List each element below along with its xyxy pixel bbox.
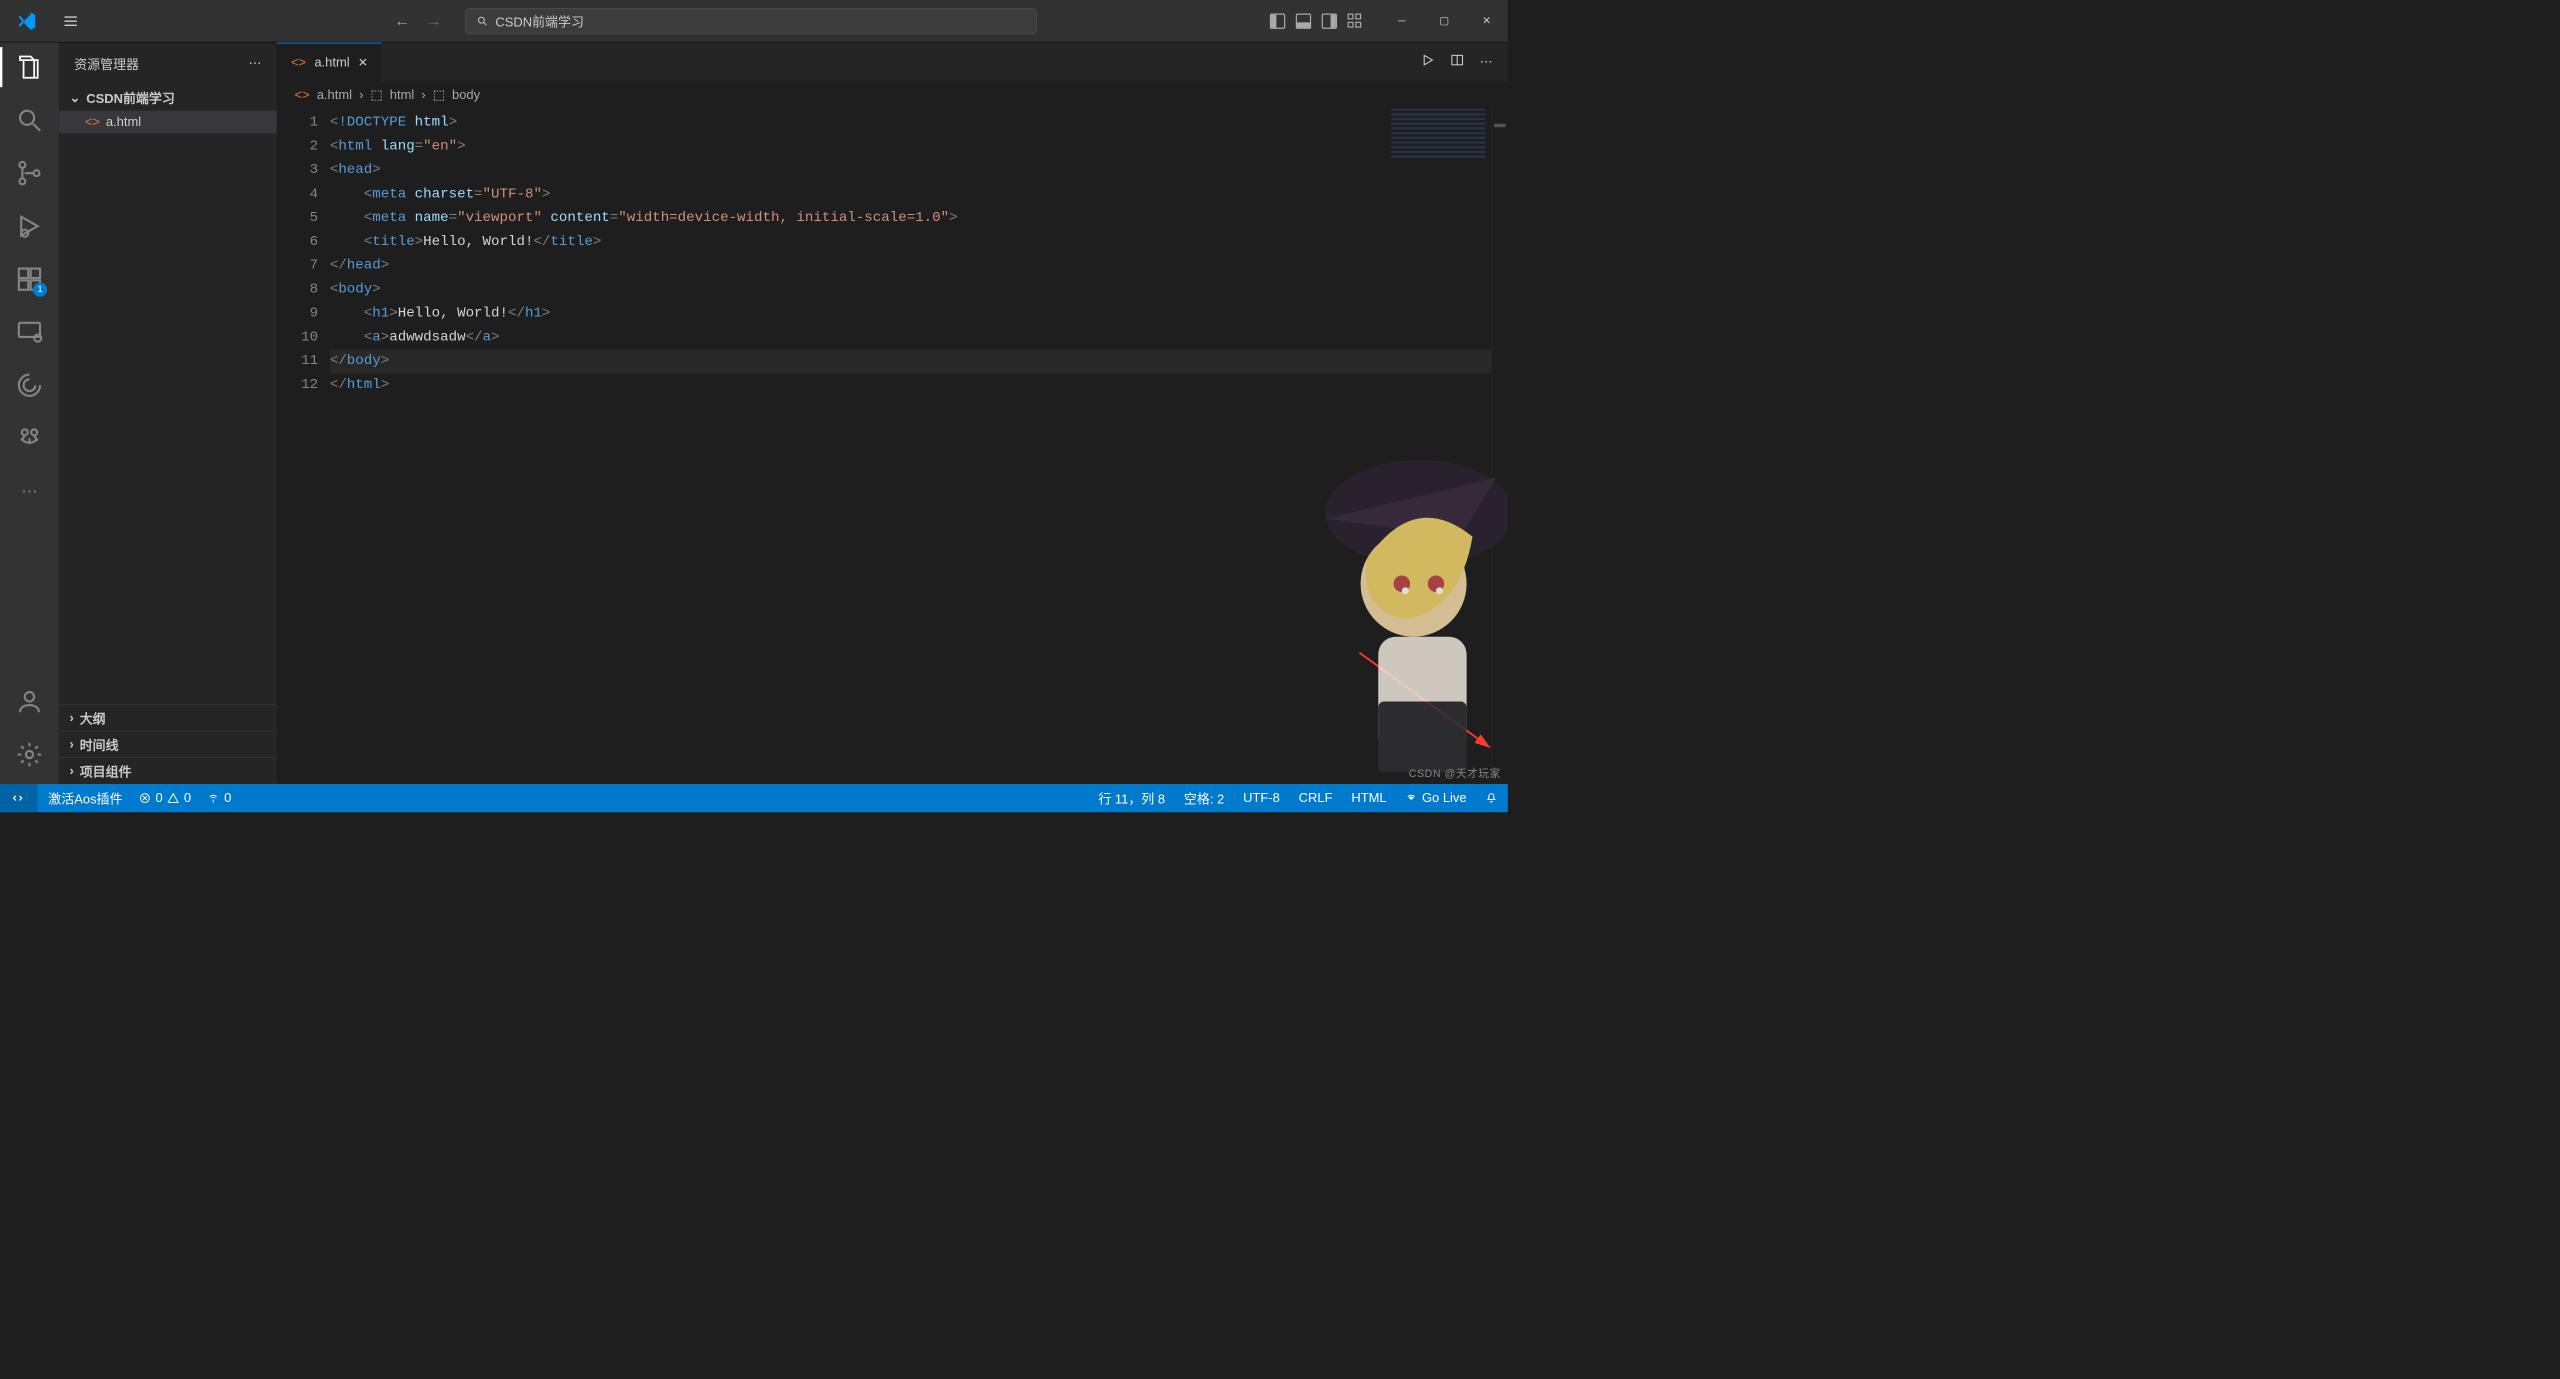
explorer-sidebar: 资源管理器 ⋯ CSDN前端学习 <> a.html 大纲 时间线 项目组件: [59, 42, 277, 784]
layout-controls: [1270, 13, 1363, 28]
live-share-swirl-icon[interactable]: [15, 371, 43, 399]
search-label: CSDN前端学习: [495, 11, 584, 30]
vscode-logo-icon: [0, 10, 53, 31]
file-label: a.html: [106, 114, 141, 129]
outline-label: 大纲: [80, 709, 106, 728]
tab-label: a.html: [314, 55, 349, 70]
status-bar: 激活Aos插件 0 0 0 行 11，列 8 空格: 2 UTF-8 CRLF …: [0, 784, 1508, 812]
symbol-icon: ⬚: [370, 87, 382, 102]
window-minimize-icon[interactable]: ─: [1381, 0, 1423, 42]
tab-close-icon[interactable]: ✕: [358, 55, 368, 70]
explorer-more-icon[interactable]: ⋯: [249, 56, 262, 71]
status-ports[interactable]: 0: [208, 790, 232, 805]
breadcrumb-file[interactable]: a.html: [317, 87, 352, 102]
window-controls: ─ ▢ ✕: [1381, 0, 1508, 42]
settings-gear-icon[interactable]: [15, 740, 43, 768]
explorer-title: 资源管理器: [74, 54, 139, 73]
search-activity-icon[interactable]: [15, 106, 43, 134]
project-components-section[interactable]: 项目组件: [59, 757, 277, 784]
breadcrumbs[interactable]: <> a.html › ⬚ html › ⬚ body: [277, 81, 1508, 108]
bug-alt-icon[interactable]: [15, 424, 43, 452]
run-file-icon[interactable]: [1421, 53, 1435, 71]
explorer-file[interactable]: <> a.html: [59, 111, 277, 133]
components-label: 项目组件: [80, 762, 132, 781]
chevron-right-icon: [70, 710, 74, 725]
explorer-folder[interactable]: CSDN前端学习: [59, 85, 277, 111]
antenna-icon: [208, 792, 220, 804]
chevron-right-icon: [70, 737, 74, 752]
editor-more-icon[interactable]: ⋯: [1480, 54, 1493, 69]
nav-back-icon[interactable]: ←: [395, 12, 410, 30]
window-maximize-icon[interactable]: ▢: [1423, 0, 1465, 42]
editor: <> a.html ✕ ⋯ <> a.html › ⬚ html › ⬚ bod…: [277, 42, 1508, 784]
nav-arrows: ← →: [395, 12, 442, 30]
extensions-badge: 1: [33, 283, 47, 297]
editor-tab[interactable]: <> a.html ✕: [277, 42, 382, 81]
toggle-panel-icon[interactable]: [1296, 13, 1311, 28]
remote-explorer-icon[interactable]: [15, 318, 43, 346]
aos-label: 激活Aos插件: [48, 789, 122, 808]
extensions-icon[interactable]: 1: [15, 265, 43, 293]
remote-indicator-icon[interactable]: [0, 784, 38, 812]
timeline-section[interactable]: 时间线: [59, 731, 277, 758]
accounts-icon[interactable]: [15, 687, 43, 715]
watermark-text: CSDN @天才玩家: [1409, 765, 1501, 780]
warning-count: 0: [184, 790, 191, 805]
nav-forward-icon[interactable]: →: [426, 12, 441, 30]
timeline-label: 时间线: [80, 735, 119, 754]
html-file-icon: <>: [291, 55, 306, 70]
split-editor-icon[interactable]: [1450, 53, 1464, 71]
status-bell-icon[interactable]: [1485, 792, 1497, 804]
status-encoding[interactable]: UTF-8: [1243, 790, 1280, 805]
breadcrumb-separator-icon: ›: [359, 87, 363, 102]
status-aos[interactable]: 激活Aos插件: [48, 789, 122, 808]
html-file-icon: <>: [295, 87, 310, 102]
more-icon[interactable]: ⋯: [15, 477, 43, 505]
run-debug-icon[interactable]: [15, 212, 43, 240]
chevron-right-icon: [70, 763, 74, 778]
error-icon: [139, 792, 151, 804]
status-indent[interactable]: 空格: 2: [1184, 789, 1224, 808]
port-count: 0: [224, 790, 231, 805]
window-close-icon[interactable]: ✕: [1465, 0, 1507, 42]
titlebar: ← → CSDN前端学习 ─ ▢ ✕: [0, 0, 1508, 42]
activity-bar: 1 ⋯: [0, 42, 59, 784]
breadcrumb-html[interactable]: html: [390, 87, 414, 102]
hamburger-menu-icon[interactable]: [53, 13, 88, 29]
status-eol[interactable]: CRLF: [1299, 790, 1333, 805]
command-center-search[interactable]: CSDN前端学习: [465, 8, 1036, 34]
toggle-secondary-sidebar-icon[interactable]: [1322, 13, 1337, 28]
search-icon: [477, 15, 489, 27]
code-area[interactable]: 123456789101112 <!DOCTYPE html><html lan…: [277, 108, 1508, 784]
html-file-icon: <>: [85, 114, 100, 129]
symbol-icon: ⬚: [433, 87, 445, 102]
code-content[interactable]: <!DOCTYPE html><html lang="en"><head> <m…: [330, 108, 1508, 784]
line-number-gutter: 123456789101112: [277, 108, 330, 784]
status-cursor[interactable]: 行 11，列 8: [1098, 789, 1165, 808]
overview-ruler[interactable]: [1491, 108, 1507, 784]
customize-layout-icon[interactable]: [1348, 13, 1363, 28]
outline-section[interactable]: 大纲: [59, 704, 277, 731]
status-language[interactable]: HTML: [1351, 790, 1386, 805]
toggle-primary-sidebar-icon[interactable]: [1270, 13, 1285, 28]
status-golive[interactable]: Go Live: [1405, 790, 1466, 805]
chevron-down-icon: [70, 90, 81, 105]
broadcast-icon: [1405, 792, 1417, 804]
editor-tabs: <> a.html ✕ ⋯: [277, 42, 1508, 81]
error-count: 0: [155, 790, 162, 805]
folder-label: CSDN前端学习: [86, 88, 175, 107]
breadcrumb-separator-icon: ›: [421, 87, 425, 102]
explorer-icon[interactable]: [15, 53, 43, 81]
status-problems[interactable]: 0 0: [139, 790, 191, 805]
source-control-icon[interactable]: [15, 159, 43, 187]
minimap[interactable]: [1391, 108, 1485, 159]
breadcrumb-body[interactable]: body: [452, 87, 480, 102]
warning-icon: [167, 792, 179, 804]
